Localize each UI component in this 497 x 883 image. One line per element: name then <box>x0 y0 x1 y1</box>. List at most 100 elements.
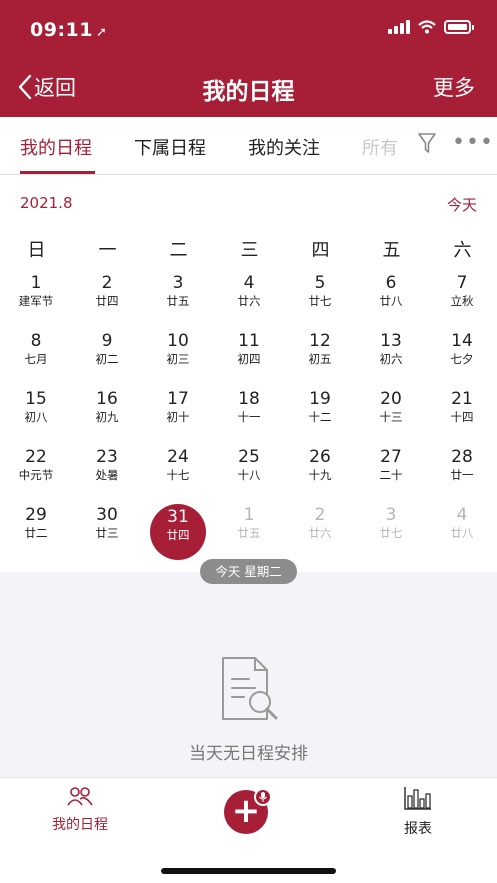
bottom-tab-report[interactable]: 报表 <box>382 786 454 838</box>
day-number: 29 <box>25 505 47 525</box>
weekday-header: 日一二三四五六 <box>0 236 497 261</box>
calendar-day[interactable]: 6 廿八 <box>363 270 419 326</box>
day-number: 25 <box>238 447 260 467</box>
day-number: 30 <box>96 505 118 525</box>
day-number: 19 <box>309 389 331 409</box>
bottom-tab-my-schedule-label: 我的日程 <box>52 817 108 833</box>
calendar-day[interactable]: 18 十一 <box>221 386 277 442</box>
day-number: 27 <box>380 447 402 467</box>
calendar-day-selected[interactable]: 31 廿四 <box>150 504 206 560</box>
day-number: 5 <box>314 273 326 293</box>
calendar-day[interactable]: 29 廿二 <box>8 502 64 558</box>
people-icon <box>67 787 93 806</box>
calendar-day[interactable]: 2 廿六 <box>292 502 348 558</box>
lunar-date: 建军节 <box>18 294 54 308</box>
day-number: 9 <box>101 331 113 351</box>
day-number: 28 <box>451 447 473 467</box>
calendar-day[interactable]: 12 初五 <box>292 328 348 384</box>
lunar-date: 十四 <box>450 410 474 424</box>
lunar-date: 廿六 <box>308 526 332 540</box>
lunar-date: 廿六 <box>237 294 261 308</box>
today-pill: 今天 星期二 <box>200 559 297 584</box>
active-tab-underline <box>20 171 95 174</box>
calendar: 2021.8 今天 日一二三四五六 1 建军节 2 廿四 3 廿五 4 廿六 5 廿七 6 廿八 7 立秋… <box>0 176 497 572</box>
day-number: 4 <box>243 273 255 293</box>
calendar-month-label[interactable]: 2021.8 <box>20 194 73 212</box>
lunar-date: 初八 <box>24 410 48 424</box>
calendar-day[interactable]: 25 十八 <box>221 444 277 500</box>
tab-all[interactable]: 所有 <box>362 134 398 160</box>
calendar-day[interactable]: 16 初九 <box>79 386 135 442</box>
day-number: 2 <box>101 273 113 293</box>
calendar-day[interactable]: 28 廿一 <box>434 444 490 500</box>
microphone-icon[interactable] <box>254 788 272 806</box>
tab-subordinate-schedule[interactable]: 下属日程 <box>134 134 206 160</box>
calendar-day[interactable]: 9 初二 <box>79 328 135 384</box>
calendar-day[interactable]: 3 廿七 <box>363 502 419 558</box>
weekday-label: 二 <box>169 240 188 261</box>
lunar-date: 初九 <box>95 410 119 424</box>
calendar-day[interactable]: 27 二十 <box>363 444 419 500</box>
tab-my-follows[interactable]: 我的关注 <box>248 134 320 160</box>
calendar-day[interactable]: 10 初三 <box>150 328 206 384</box>
status-time: 09:11 ➚ <box>30 19 107 41</box>
calendar-day[interactable]: 7 立秋 <box>434 270 490 326</box>
calendar-day[interactable]: 15 初八 <box>8 386 64 442</box>
tab-my-schedule[interactable]: 我的日程 <box>20 134 92 160</box>
battery-icon <box>444 20 474 34</box>
day-number: 3 <box>172 273 184 293</box>
lunar-date: 立秋 <box>450 294 474 308</box>
filter-icon[interactable] <box>417 131 437 155</box>
lunar-date: 廿七 <box>308 294 332 308</box>
home-indicator <box>161 868 336 874</box>
day-number: 11 <box>238 331 260 351</box>
day-number: 4 <box>456 505 468 525</box>
lunar-date: 初四 <box>237 352 261 366</box>
lunar-date: 十三 <box>379 410 403 424</box>
calendar-day[interactable]: 17 初十 <box>150 386 206 442</box>
day-number: 15 <box>25 389 47 409</box>
lunar-date: 初五 <box>308 352 332 366</box>
day-number: 14 <box>451 331 473 351</box>
calendar-day[interactable]: 13 初六 <box>363 328 419 384</box>
calendar-day[interactable]: 30 廿三 <box>79 502 135 558</box>
calendar-day[interactable]: 8 七月 <box>8 328 64 384</box>
calendar-day[interactable]: 14 七夕 <box>434 328 490 384</box>
day-number: 20 <box>380 389 402 409</box>
lunar-date: 廿八 <box>379 294 403 308</box>
calendar-day[interactable]: 19 十二 <box>292 386 348 442</box>
bottom-tab-my-schedule[interactable]: 我的日程 <box>44 786 116 834</box>
calendar-day[interactable]: 5 廿七 <box>292 270 348 326</box>
calendar-day[interactable]: 1 建军节 <box>8 270 64 326</box>
calendar-day[interactable]: 21 十四 <box>434 386 490 442</box>
calendar-day[interactable]: 4 廿八 <box>434 502 490 558</box>
calendar-day[interactable]: 3 廿五 <box>150 270 206 326</box>
day-number: 7 <box>456 273 468 293</box>
today-button[interactable]: 今天 <box>447 194 477 215</box>
calendar-day[interactable]: 23 处暑 <box>79 444 135 500</box>
day-number: 1 <box>30 273 42 293</box>
calendar-day[interactable]: 4 廿六 <box>221 270 277 326</box>
empty-state-text: 当天无日程安排 <box>189 744 308 764</box>
weekday-label: 一 <box>98 240 117 261</box>
calendar-day[interactable]: 1 廿五 <box>221 502 277 558</box>
lunar-date: 廿四 <box>166 528 190 542</box>
calendar-day[interactable]: 2 廿四 <box>79 270 135 326</box>
lunar-date: 廿二 <box>24 526 48 540</box>
more-button[interactable]: 更多 <box>433 72 475 102</box>
day-number: 17 <box>167 389 189 409</box>
calendar-day[interactable]: 11 初四 <box>221 328 277 384</box>
lunar-date: 十八 <box>237 468 261 482</box>
more-dots-icon[interactable]: ••• <box>452 132 494 154</box>
weekday-label: 四 <box>311 240 330 261</box>
calendar-day[interactable]: 20 十三 <box>363 386 419 442</box>
lunar-date: 初六 <box>379 352 403 366</box>
lunar-date: 廿四 <box>95 294 119 308</box>
weekday-label: 日 <box>27 240 46 261</box>
lunar-date: 十一 <box>237 410 261 424</box>
day-number: 1 <box>243 505 255 525</box>
calendar-day[interactable]: 26 十九 <box>292 444 348 500</box>
calendar-day[interactable]: 22 中元节 <box>8 444 64 500</box>
calendar-day[interactable]: 24 十七 <box>150 444 206 500</box>
day-number: 6 <box>385 273 397 293</box>
